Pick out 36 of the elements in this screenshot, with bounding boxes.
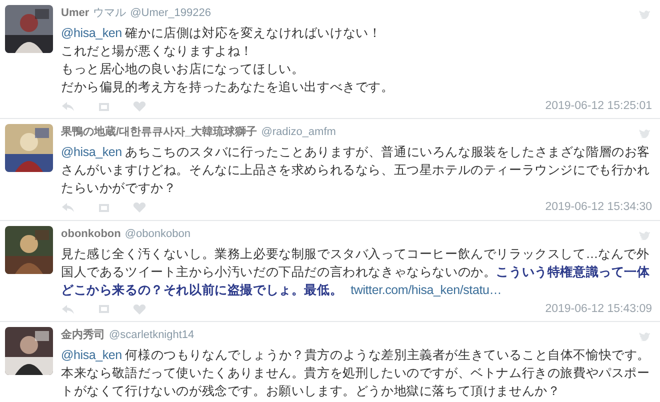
tweet-text: @hisa_ken あちこちのスタバに行ったことありますが、普通にいろんな服装をしたさまざな階層のお客さんがいますけどね。そんなに上品さを求められるなら、五つ星ホテルのティーラウンジにでも行かれたらいかがですか？ [61,144,652,198]
author-handle: @Umer_199226 [130,6,212,21]
timestamp: 2019-06-12 15:34:30 [545,200,652,216]
reply-icon[interactable] [61,101,75,112]
author-handle: @radizo_amfm [261,125,336,140]
bird-icon [639,129,650,138]
author-name: 金内秀司 [61,328,105,343]
author-name: Umer [61,6,90,21]
timestamp: 2019-06-12 15:25:01 [545,99,652,114]
tweet-text: これだと場が悪くなりますよね！ [61,43,254,60]
author-name: obonkobon [61,226,121,242]
heart-icon[interactable] [133,304,146,315]
tweet-text: もっと居心地の良いお店になってほしい。 [61,61,306,78]
bird-icon [639,230,650,240]
author-handle: @obonkobon [124,226,190,242]
tweet-text: @hisa_ken 確かに店側は対応を変えなければいけない！ [61,25,382,42]
author-name: 果鴨の地蔵/대한류큐사자_大韓琉球獅子 [61,124,258,140]
retweet-icon[interactable] [97,304,111,314]
tweet-text: だから偏見的考え方を持ったあなたを追い出すべきです。 [61,79,395,96]
heart-icon[interactable] [133,202,146,214]
retweet-icon[interactable] [97,202,111,213]
tweet-text: @hisa_ken 何様のつもりなんでしょうか？貴方のような差別主義者が生きていること自体不愉快です。本来なら敬語だって使いたくありません。貴方を処刑したいのですが、ベトナム行きの旅費やパスポートがなくて行けないのが残念です。お願いします。どうか地獄に落ちて頂けませんか？ [61,346,652,400]
heart-icon[interactable] [133,101,146,112]
bird-icon [639,10,650,19]
reply-icon[interactable] [61,202,75,214]
timestamp: 2019-06-12 15:43:09 [545,302,652,316]
tweet-link[interactable]: twitter.com/hisa_ken/statu… [350,282,502,296]
mention-link[interactable]: @hisa_ken [61,348,122,362]
mention-link[interactable]: @hisa_ken [61,26,122,40]
bird-icon [639,332,650,341]
reply-icon[interactable] [61,304,75,315]
display-name: ウマル [93,6,126,21]
mention-link[interactable]: @hisa_ken [61,145,122,160]
tweet-text: 見た感じ全く汚くないし。業務上必要な制服でスタバ入ってコーヒー飲んでリラックスして…なんで外国人であるツイート主から小汚いだの下品だの言われなきゃならないのか。こういう特権意識って一体どこから来るの？それ以前に盗撮でしょ。最低。 twitter.com/hisa_ken/statu… [61,246,651,298]
retweet-icon[interactable] [97,102,111,112]
author-handle: @scarletknight14 [109,328,194,343]
